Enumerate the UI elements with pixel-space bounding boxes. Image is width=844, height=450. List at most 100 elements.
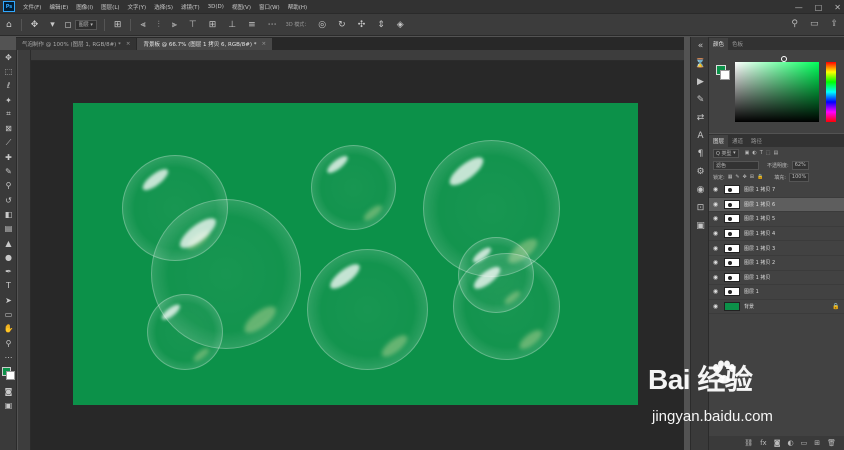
adjustment-layer-icon[interactable]: ◐ (788, 439, 794, 447)
healing-brush-icon[interactable]: ✚ (0, 150, 17, 164)
tab-paths[interactable]: 路径 (747, 135, 766, 147)
transform-controls-icon[interactable]: ⊞ (114, 20, 122, 30)
collapse-icon[interactable]: « (691, 37, 710, 55)
layer-row[interactable]: ◉ 图层 1 拷贝 2 (709, 256, 844, 271)
add-mask-icon[interactable]: ◙ (774, 439, 781, 447)
visibility-eye-icon[interactable]: ◉ (709, 230, 722, 237)
menu-window[interactable]: 窗口(W) (259, 3, 280, 11)
background-color-swatch[interactable] (720, 70, 730, 80)
document-canvas[interactable] (73, 103, 638, 405)
tab-background-doc[interactable]: 背景板 @ 66.7% (图层 1 拷贝 6, RGB/8#) * × (137, 38, 273, 50)
more-tools-icon[interactable]: ⋯ (0, 350, 17, 364)
pen-tool-icon[interactable]: ✒ (0, 264, 17, 278)
tab-channels[interactable]: 通道 (728, 135, 747, 147)
properties-icon[interactable]: ⚙ (691, 163, 710, 181)
layer-filter-dropdown[interactable]: Q 类型 ▾ (713, 148, 739, 158)
tool-preset-icon[interactable]: ▾ (50, 20, 55, 30)
opacity-input[interactable]: 62% (791, 160, 809, 170)
new-layer-icon[interactable]: ⊞ (814, 439, 820, 447)
screen-mode-icon[interactable]: ▣ (0, 399, 17, 413)
history-brush-icon[interactable]: ↺ (0, 193, 17, 207)
workspace-icon[interactable]: ▭ (810, 19, 819, 29)
align-middle-icon[interactable]: ⊞ (209, 20, 217, 30)
visibility-eye-icon[interactable]: ◉ (709, 186, 722, 193)
character-icon[interactable]: A (691, 127, 710, 145)
search-icon[interactable]: ⚲ (791, 19, 798, 29)
brush-tool-icon[interactable]: ✎ (0, 164, 17, 178)
3d-pan-icon[interactable]: ✣ (358, 20, 366, 30)
hue-slider[interactable] (826, 62, 836, 122)
dodge-tool-icon[interactable]: ● (0, 250, 17, 264)
auto-select-dropdown[interactable]: 图层 ▾ (74, 19, 97, 30)
align-top-icon[interactable]: ⊤ (189, 20, 197, 30)
new-group-icon[interactable]: ▭ (801, 439, 808, 447)
minimize-button[interactable]: — (795, 3, 803, 12)
more-options-icon[interactable]: ⋯ (268, 20, 277, 30)
menu-filter[interactable]: 滤镜(T) (181, 3, 200, 11)
zoom-tool-icon[interactable]: ⚲ (0, 336, 17, 350)
layer-row-background[interactable]: ◉ 背景 🔒 (709, 300, 844, 315)
visibility-eye-icon[interactable]: ◉ (709, 303, 722, 310)
distribute-icon[interactable]: ≡ (248, 20, 256, 30)
crop-tool-icon[interactable]: ⌗ (0, 107, 17, 121)
tab-swatches[interactable]: 色板 (728, 38, 747, 50)
menu-3d[interactable]: 3D(D) (208, 4, 224, 10)
gradient-tool-icon[interactable]: ▤ (0, 222, 17, 236)
align-right-icon[interactable]: ⫸ (172, 20, 177, 30)
layer-row[interactable]: ◉ 图层 1 拷贝 6 (709, 197, 844, 213)
align-center-icon[interactable]: ⫶ (158, 20, 160, 30)
swatches-icon[interactable]: ▣ (691, 217, 710, 235)
home-icon[interactable]: ⌂ (6, 20, 12, 30)
quick-mask-icon[interactable]: ◙ (0, 385, 17, 399)
3d-scale-icon[interactable]: ◈ (397, 20, 404, 30)
3d-roll-icon[interactable]: ↻ (338, 20, 346, 30)
layer-row[interactable]: ◉ 图层 1 拷贝 7 (709, 183, 844, 198)
layer-row[interactable]: ◉ 图层 1 拷贝 5 (709, 212, 844, 227)
paragraph-icon[interactable]: ¶ (691, 145, 710, 163)
visibility-eye-icon[interactable]: ◉ (709, 288, 722, 295)
align-left-icon[interactable]: ⫷ (140, 20, 145, 30)
menu-help[interactable]: 帮助(H) (288, 3, 307, 11)
layer-row[interactable]: ◉ 图层 1 拷贝 4 (709, 227, 844, 242)
menu-view[interactable]: 视图(V) (232, 3, 251, 11)
hand-tool-icon[interactable]: ✋ (0, 322, 17, 336)
menu-select[interactable]: 选择(S) (154, 3, 173, 11)
visibility-eye-icon[interactable]: ◉ (709, 201, 722, 208)
libraries-icon[interactable]: ◉ (691, 181, 710, 199)
tab-layers[interactable]: 图层 (709, 135, 729, 147)
magic-wand-icon[interactable]: ✦ (0, 93, 17, 107)
glyphs-icon[interactable]: ⊡ (691, 199, 710, 217)
frame-tool-icon[interactable]: ⊠ (0, 121, 17, 135)
3d-orbit-icon[interactable]: ◎ (318, 20, 326, 30)
tab-bubble-doc[interactable]: 气泡制作 @ 100% (图层 1, RGB/8#) * × (16, 38, 137, 50)
layer-row[interactable]: ◉ 图层 1 拷贝 3 (709, 241, 844, 256)
menu-layer[interactable]: 图层(L) (101, 3, 119, 11)
delete-layer-icon[interactable]: 🗑 (827, 439, 836, 447)
move-tool-icon[interactable]: ✥ (0, 50, 17, 64)
fill-input[interactable]: 100% (788, 172, 810, 182)
shape-tool-icon[interactable]: ▭ (0, 307, 17, 321)
eraser-icon[interactable]: ◧ (0, 207, 17, 221)
adjustments-icon[interactable]: ⇄ (691, 109, 710, 127)
lasso-tool-icon[interactable]: ℓ (0, 79, 17, 93)
share-icon[interactable]: ⇪ (830, 19, 838, 29)
link-layers-icon[interactable]: ⛓ (744, 439, 753, 447)
tab-color[interactable]: 颜色 (709, 38, 729, 50)
layer-row[interactable]: ◉ 图层 1 拷贝 (709, 271, 844, 286)
visibility-eye-icon[interactable]: ◉ (709, 215, 722, 222)
color-swatches[interactable] (0, 365, 17, 385)
brush-settings-icon[interactable]: ✎ (691, 91, 710, 109)
visibility-eye-icon[interactable]: ◉ (709, 245, 722, 252)
color-picker-handle[interactable] (781, 56, 787, 62)
tab-close-icon[interactable]: × (126, 41, 131, 47)
tab-close-icon[interactable]: × (262, 41, 267, 47)
menu-edit[interactable]: 编辑(E) (49, 3, 68, 11)
blend-mode-dropdown[interactable]: 滤色 (713, 160, 759, 170)
layer-row[interactable]: ◉ 图层 1 (709, 285, 844, 300)
color-picker-field[interactable] (735, 62, 819, 122)
eyedropper-icon[interactable]: ⟋ (0, 136, 17, 150)
actions-icon[interactable]: ▶ (691, 73, 710, 91)
menu-type[interactable]: 文字(Y) (128, 3, 147, 11)
menu-file[interactable]: 文件(F) (23, 3, 41, 11)
visibility-eye-icon[interactable]: ◉ (709, 274, 722, 281)
